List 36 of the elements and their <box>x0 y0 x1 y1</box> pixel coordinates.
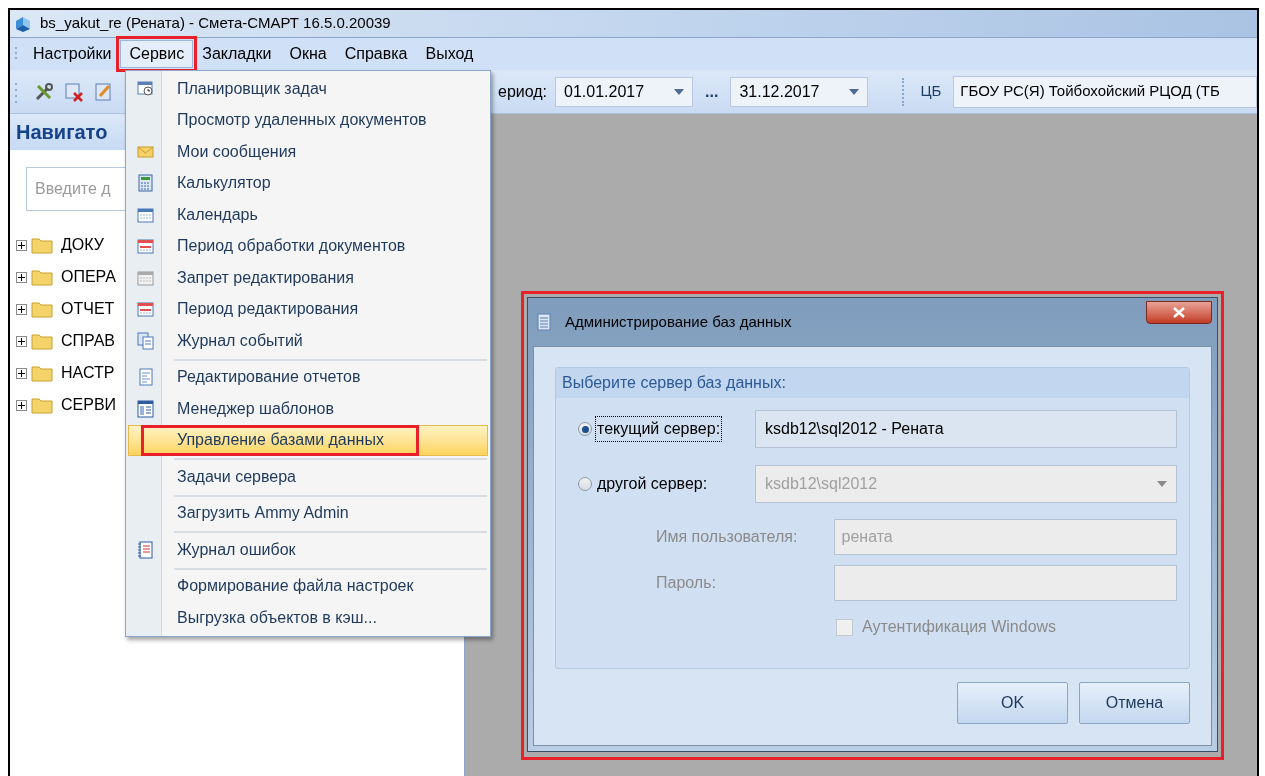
menu-option-label: Календарь <box>176 204 259 225</box>
field-label: Пароль: <box>656 573 717 593</box>
menu-option-label: Загрузить Ammy Admin <box>176 503 350 524</box>
search-placeholder: Введите д <box>35 179 111 199</box>
radio-label: другой сервер: <box>596 474 709 494</box>
menu-option-label: Калькулятор <box>176 173 272 194</box>
menu-option-label: Задачи сервера <box>176 466 297 487</box>
org-label: ЦБ <box>920 81 942 102</box>
menu-option-label: Менеджер шаблонов <box>176 398 335 419</box>
group-title: Выберите сервер баз данных: <box>562 373 786 393</box>
field-label: Имя пользователя: <box>656 527 799 547</box>
period-label: ериод: <box>498 81 548 102</box>
menu-option-label: Управление базами данных <box>176 430 385 451</box>
range-separator: ... <box>705 81 719 102</box>
menu-option-label: Журнал ошибок <box>176 539 297 560</box>
menu-option-label: Планировщик задач <box>176 78 328 99</box>
menu-option-label: Журнал событий <box>176 330 304 351</box>
menu-option-label: Запрет редактирования <box>176 267 355 288</box>
menu-option-label: Период редактирования <box>176 299 360 320</box>
menu-option-label: Мои сообщения <box>176 141 298 162</box>
date-value: 01.01.2017 <box>564 81 645 102</box>
radio-label: текущий сервер: <box>595 416 723 442</box>
checkbox-label: Аутентификация Windows <box>862 617 1057 637</box>
dialog-title: Администрирование баз данных <box>565 311 792 332</box>
menu-option-label: Редактирование отчетов <box>176 367 362 388</box>
organization-value: ГБОУ РС(Я) Тойбохойский РЦОД (ТБ <box>960 81 1220 102</box>
window-title: bs_yakut_re (Рената) - Смета-СМАРТ 16.5.0.20039 <box>40 13 391 34</box>
field-value: ksdb12\sql2012 - Рената <box>765 419 944 439</box>
menu-option-label: Период обработки документов <box>176 236 407 257</box>
field-value: ksdb12\sql2012 <box>765 474 878 494</box>
date-value: 31.12.2017 <box>739 81 820 102</box>
menu-option-label: Выгрузка объектов в кэш... <box>176 607 378 628</box>
panel-title: Навигато <box>16 120 108 145</box>
menu-option-label: Просмотр удаленных документов <box>176 110 428 131</box>
menu-option-label: Формирование файла настроек <box>176 576 415 597</box>
field-value: рената <box>841 527 893 547</box>
